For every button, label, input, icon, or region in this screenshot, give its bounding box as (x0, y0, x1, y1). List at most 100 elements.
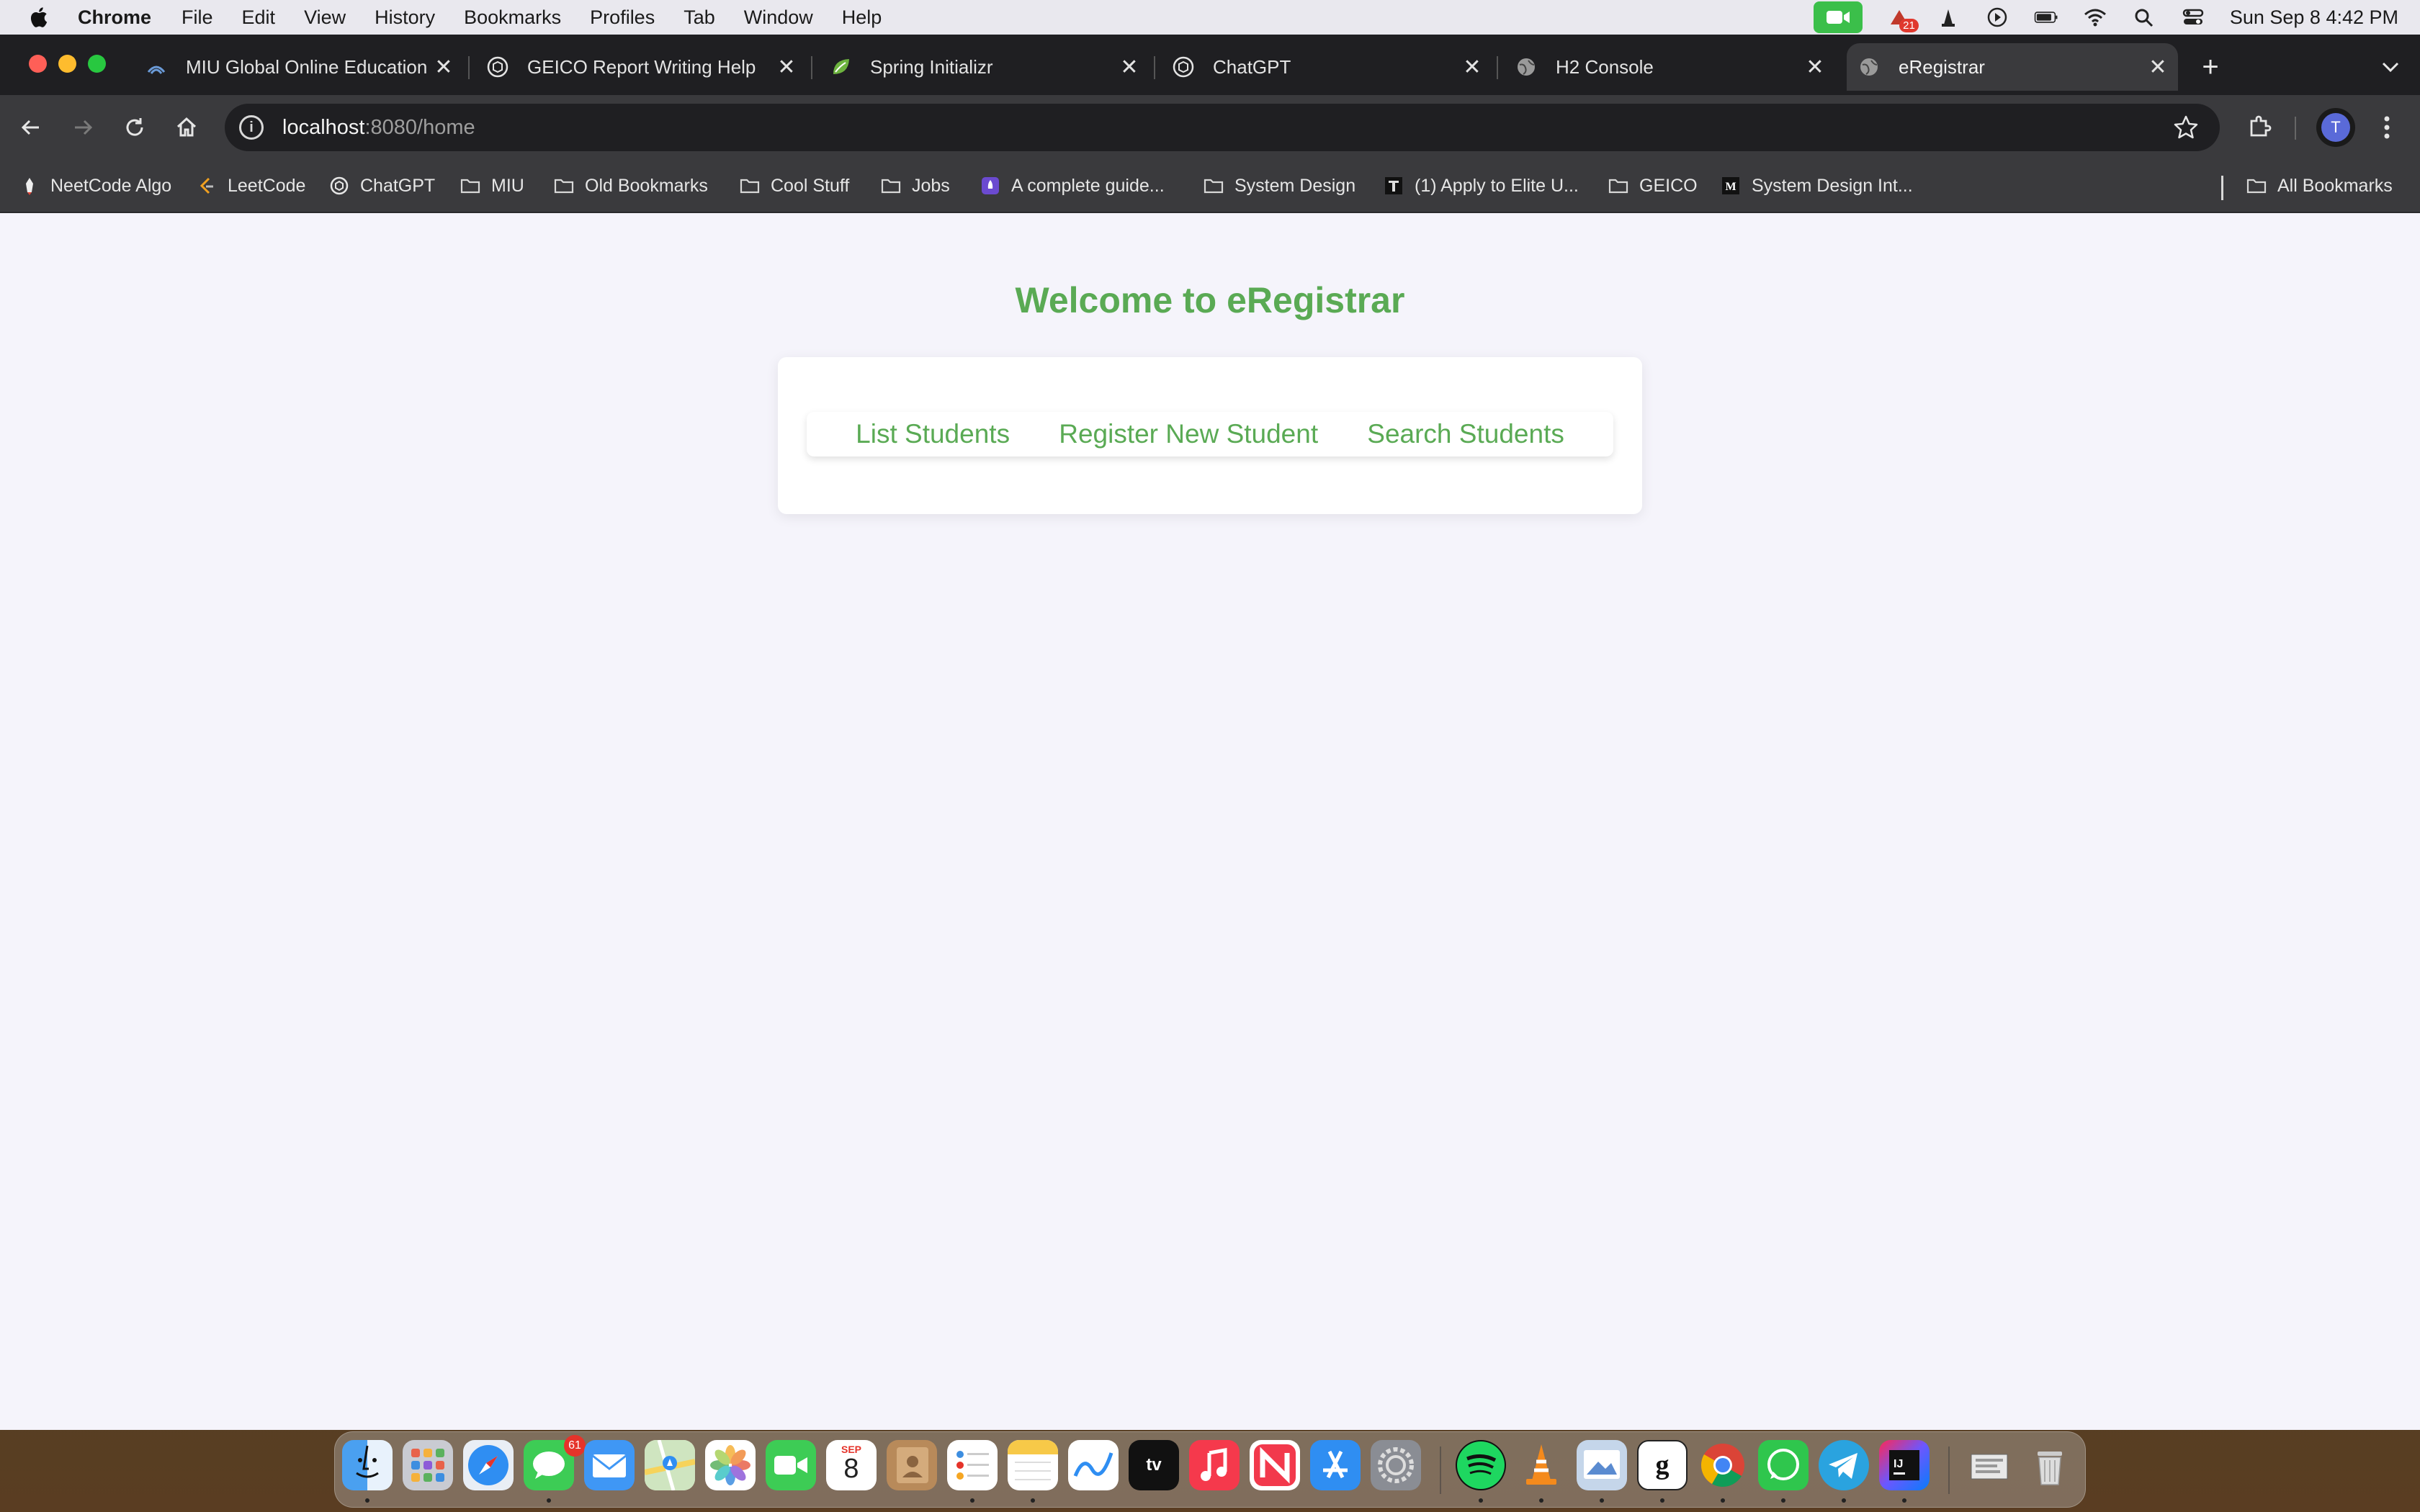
menu-view[interactable]: View (304, 6, 346, 29)
fullscreen-window-button[interactable] (88, 55, 106, 73)
bookmark-folder-system-design[interactable]: System Design (1203, 170, 1355, 202)
search-students-link[interactable]: Search Students (1367, 419, 1564, 449)
apple-tv-icon[interactable]: tv (1129, 1440, 1179, 1490)
new-tab-icon[interactable]: + (2194, 50, 2227, 84)
close-tab-icon[interactable]: ✕ (431, 54, 457, 80)
profile-avatar[interactable]: T (2316, 108, 2355, 147)
menu-bookmarks[interactable]: Bookmarks (464, 6, 561, 29)
bookmark-folder-cool-stuff[interactable]: Cool Stuff (739, 170, 849, 202)
tab-title: GEICO Report Writing Help (527, 55, 756, 78)
calendar-icon[interactable]: SEP 8 (826, 1440, 877, 1490)
safari-icon[interactable] (463, 1440, 514, 1490)
url-path: :8080/home (364, 115, 475, 139)
photos-icon[interactable] (705, 1440, 756, 1490)
register-new-student-link[interactable]: Register New Student (1059, 419, 1318, 449)
finder-icon[interactable] (342, 1440, 393, 1490)
bookmark-star-icon[interactable] (2172, 114, 2200, 141)
minimize-window-button[interactable] (58, 55, 76, 73)
app-store-icon[interactable] (1310, 1440, 1361, 1490)
music-icon[interactable] (1189, 1440, 1240, 1490)
downloads-stack-icon[interactable] (1964, 1440, 2015, 1490)
reload-icon[interactable] (115, 108, 154, 147)
apple-menu-icon[interactable] (27, 6, 49, 29)
tab-h2-console[interactable]: H2 Console ✕ (1504, 43, 1835, 91)
close-window-button[interactable] (29, 55, 47, 73)
bookmark-leetcode[interactable]: LeetCode (196, 170, 305, 202)
list-students-link[interactable]: List Students (856, 419, 1010, 449)
bookmark-folder-miu[interactable]: MIU (460, 170, 524, 202)
dock-divider (1948, 1446, 1950, 1494)
telegram-icon[interactable] (1819, 1440, 1869, 1490)
battery-icon[interactable] (2034, 6, 2058, 28)
control-center-icon[interactable] (2181, 6, 2205, 28)
extensions-puzzle-icon[interactable] (2240, 108, 2279, 147)
font-book-icon[interactable]: g (1637, 1440, 1688, 1490)
close-tab-icon[interactable]: ✕ (2145, 54, 2171, 80)
media-play-icon[interactable] (1985, 6, 2009, 28)
wifi-icon[interactable] (2083, 6, 2107, 28)
macos-menu-bar: Chrome File Edit View History Bookmarks … (0, 0, 2420, 35)
trash-icon[interactable] (2025, 1440, 2075, 1490)
bookmark-folder-jobs[interactable]: Jobs (880, 170, 950, 202)
bookmark-system-design-int[interactable]: M System Design Int... (1720, 170, 1913, 202)
running-indicator (1479, 1498, 1483, 1503)
chrome-menu-icon[interactable] (2372, 108, 2401, 147)
all-bookmarks-folder[interactable]: All Bookmarks (2246, 170, 2393, 202)
tab-eregistrar[interactable]: eRegistrar ✕ (1847, 43, 2178, 91)
reminders-icon[interactable] (947, 1440, 998, 1490)
menu-app-name[interactable]: Chrome (78, 6, 151, 29)
site-info-icon[interactable]: i (239, 115, 264, 140)
maps-icon[interactable] (645, 1440, 695, 1490)
notes-icon[interactable] (1008, 1440, 1058, 1490)
tab-miu[interactable]: MIU Global Online Education ✕ (134, 43, 464, 91)
intellij-idea-icon[interactable]: IJ (1879, 1440, 1930, 1490)
close-tab-icon[interactable]: ✕ (1802, 54, 1828, 80)
elite-icon (1383, 176, 1404, 196)
vlc-status-icon[interactable] (1936, 6, 1960, 28)
close-tab-icon[interactable]: ✕ (1459, 54, 1485, 80)
bookmark-folder-old-bookmarks[interactable]: Old Bookmarks (553, 170, 708, 202)
spotlight-search-icon[interactable] (2132, 6, 2156, 28)
bookmark-neetcode[interactable]: NeetCode Algo (19, 170, 171, 202)
bookmark-folder-geico[interactable]: GEICO (1608, 170, 1698, 202)
menu-file[interactable]: File (182, 6, 213, 29)
tab-spring-initializr[interactable]: Spring Initializr ✕ (818, 43, 1150, 91)
back-arrow-icon[interactable] (12, 108, 50, 147)
bookmark-label: Jobs (912, 175, 950, 196)
system-settings-icon[interactable] (1371, 1440, 1421, 1490)
running-indicator (1660, 1498, 1664, 1503)
bookmark-chatgpt[interactable]: ChatGPT (328, 170, 435, 202)
menubar-clock[interactable]: Sun Sep 8 4:42 PM (2230, 6, 2398, 29)
menu-help[interactable]: Help (842, 6, 882, 29)
launchpad-icon[interactable] (403, 1440, 453, 1490)
menu-edit[interactable]: Edit (242, 6, 276, 29)
bookmark-complete-guide[interactable]: A complete guide... (980, 170, 1165, 202)
facetime-status-icon[interactable] (1813, 1, 1863, 33)
menu-window[interactable]: Window (744, 6, 813, 29)
tab-search-chevron-icon[interactable] (2374, 50, 2407, 84)
tab-chatgpt[interactable]: ChatGPT ✕ (1161, 43, 1492, 91)
chrome-icon[interactable] (1698, 1440, 1748, 1490)
facetime-icon[interactable] (766, 1440, 816, 1490)
home-icon[interactable] (167, 108, 206, 147)
close-tab-icon[interactable]: ✕ (774, 54, 799, 80)
spotify-icon[interactable] (1456, 1440, 1506, 1490)
forward-arrow-icon[interactable] (63, 108, 102, 147)
contacts-icon[interactable] (887, 1440, 937, 1490)
menu-profiles[interactable]: Profiles (590, 6, 655, 29)
preview-icon[interactable] (1577, 1440, 1627, 1490)
close-tab-icon[interactable]: ✕ (1116, 54, 1142, 80)
whatsapp-icon[interactable] (1758, 1440, 1809, 1490)
folder-icon (553, 176, 575, 196)
bookmark-apply-elite[interactable]: (1) Apply to Elite U... (1383, 170, 1579, 202)
address-bar[interactable]: i localhost:8080/home (225, 104, 2220, 151)
menu-tab[interactable]: Tab (684, 6, 715, 29)
news-icon[interactable] (1250, 1440, 1300, 1490)
vlc-icon[interactable] (1516, 1440, 1567, 1490)
tab-geico-report[interactable]: GEICO Report Writing Help ✕ (475, 43, 807, 91)
freeform-icon[interactable] (1068, 1440, 1119, 1490)
mail-icon[interactable] (584, 1440, 635, 1490)
notification-count-badge: 21 (1899, 19, 1919, 32)
notification-app-icon[interactable]: 21 (1887, 6, 1919, 32)
menu-history[interactable]: History (375, 6, 435, 29)
